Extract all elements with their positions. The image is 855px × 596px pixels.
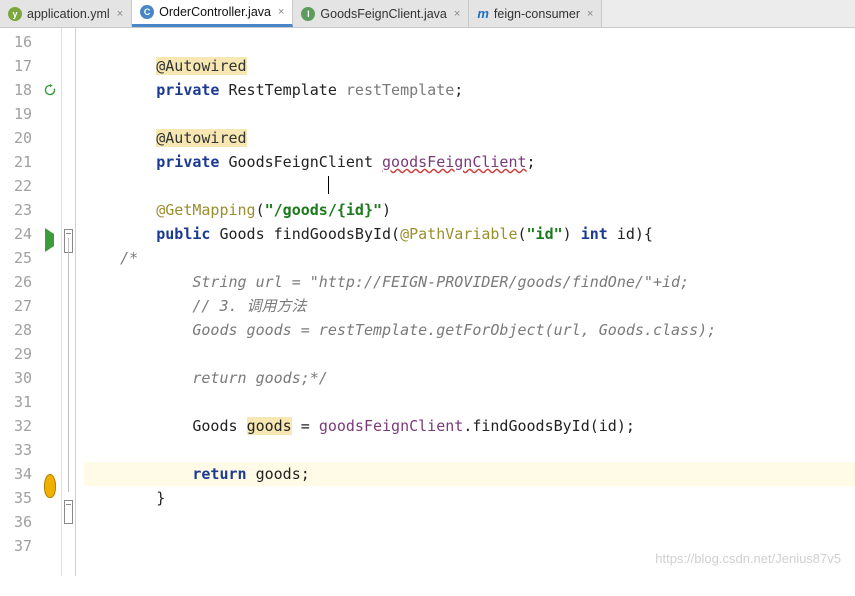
code-line[interactable] xyxy=(84,342,855,366)
close-icon[interactable]: × xyxy=(587,8,593,20)
line-number xyxy=(0,558,38,582)
line-number: 19 xyxy=(0,102,38,126)
line-number: 21 xyxy=(0,150,38,174)
close-icon[interactable]: × xyxy=(117,8,123,20)
line-number: 30 xyxy=(0,366,38,390)
code-line[interactable]: return goods;*/ xyxy=(84,366,855,390)
line-number: 35 xyxy=(0,486,38,510)
code-line[interactable] xyxy=(84,102,855,126)
line-number: 34 xyxy=(0,462,38,486)
line-number: 31 xyxy=(0,390,38,414)
editor-tab-bar: y application.yml × C OrderController.ja… xyxy=(0,0,855,28)
annotation: @Autowired xyxy=(156,57,246,75)
code-line[interactable]: /* xyxy=(84,246,855,270)
line-number: 20 xyxy=(0,126,38,150)
line-number: 27 xyxy=(0,294,38,318)
text-cursor xyxy=(328,176,329,194)
line-number: 32 xyxy=(0,414,38,438)
line-number: 37 xyxy=(0,534,38,558)
fold-gutter xyxy=(62,28,76,576)
marker-gutter xyxy=(38,28,62,576)
code-line[interactable]: return goods; xyxy=(84,462,855,486)
code-line[interactable]: String url = "http://FEIGN-PROVIDER/good… xyxy=(84,270,855,294)
close-icon[interactable]: × xyxy=(278,6,284,18)
line-number: 16 xyxy=(0,30,38,54)
code-line[interactable]: // 3. 调用方法 xyxy=(84,294,855,318)
code-line[interactable]: @Autowired xyxy=(84,54,855,78)
line-number: 28 xyxy=(0,318,38,342)
line-number: 22 xyxy=(0,174,38,198)
code-line[interactable]: private RestTemplate restTemplate; xyxy=(84,78,855,102)
recycle-icon xyxy=(38,78,61,102)
code-line[interactable] xyxy=(84,30,855,54)
maven-module-icon: m xyxy=(477,6,489,21)
tab-feign-consumer[interactable]: m feign-consumer × xyxy=(469,0,602,27)
line-number: 36 xyxy=(0,510,38,534)
annotation: @Autowired xyxy=(156,129,246,147)
tab-label: feign-consumer xyxy=(494,7,580,21)
code-line[interactable] xyxy=(84,438,855,462)
code-line[interactable]: @Autowired xyxy=(84,126,855,150)
code-editor[interactable]: 1617181920212223242526272829303132333435… xyxy=(0,28,855,576)
close-icon[interactable]: × xyxy=(454,8,460,20)
line-number: 24 xyxy=(0,222,38,246)
fold-toggle-icon[interactable] xyxy=(64,500,73,524)
code-line[interactable] xyxy=(84,390,855,414)
line-number-gutter: 1617181920212223242526272829303132333435… xyxy=(0,28,38,576)
tab-goodsfeignclient[interactable]: I GoodsFeignClient.java × xyxy=(293,0,469,27)
code-line[interactable]: } xyxy=(84,486,855,510)
code-line[interactable]: private GoodsFeignClient goodsFeignClien… xyxy=(84,150,855,174)
line-number: 26 xyxy=(0,270,38,294)
tab-ordercontroller[interactable]: C OrderController.java × xyxy=(132,0,293,27)
code-line[interactable] xyxy=(84,174,855,198)
tab-label: GoodsFeignClient.java xyxy=(320,7,446,21)
code-line[interactable]: @GetMapping("/goods/{id}") xyxy=(84,198,855,222)
code-line[interactable]: Goods goods = goodsFeignClient.findGoods… xyxy=(84,414,855,438)
line-number: 33 xyxy=(0,438,38,462)
tab-application-yml[interactable]: y application.yml × xyxy=(0,0,132,27)
tab-label: OrderController.java xyxy=(159,5,271,19)
code-line[interactable]: Goods goods = restTemplate.getForObject(… xyxy=(84,318,855,342)
java-class-icon: C xyxy=(140,5,154,19)
java-interface-icon: I xyxy=(301,7,315,21)
tab-label: application.yml xyxy=(27,7,110,21)
code-line[interactable] xyxy=(84,510,855,534)
yml-file-icon: y xyxy=(8,7,22,21)
line-number: 23 xyxy=(0,198,38,222)
line-number: 18 xyxy=(0,78,38,102)
run-icon[interactable] xyxy=(45,228,54,252)
watermark: https://blog.csdn.net/Jenius87v5 xyxy=(655,551,841,566)
code-line[interactable]: public Goods findGoodsById(@PathVariable… xyxy=(84,222,855,246)
line-number: 29 xyxy=(0,342,38,366)
lightbulb-icon[interactable] xyxy=(44,474,56,498)
line-number: 17 xyxy=(0,54,38,78)
line-number: 25 xyxy=(0,246,38,270)
code-area[interactable]: @Autowired private RestTemplate restTemp… xyxy=(76,28,855,576)
